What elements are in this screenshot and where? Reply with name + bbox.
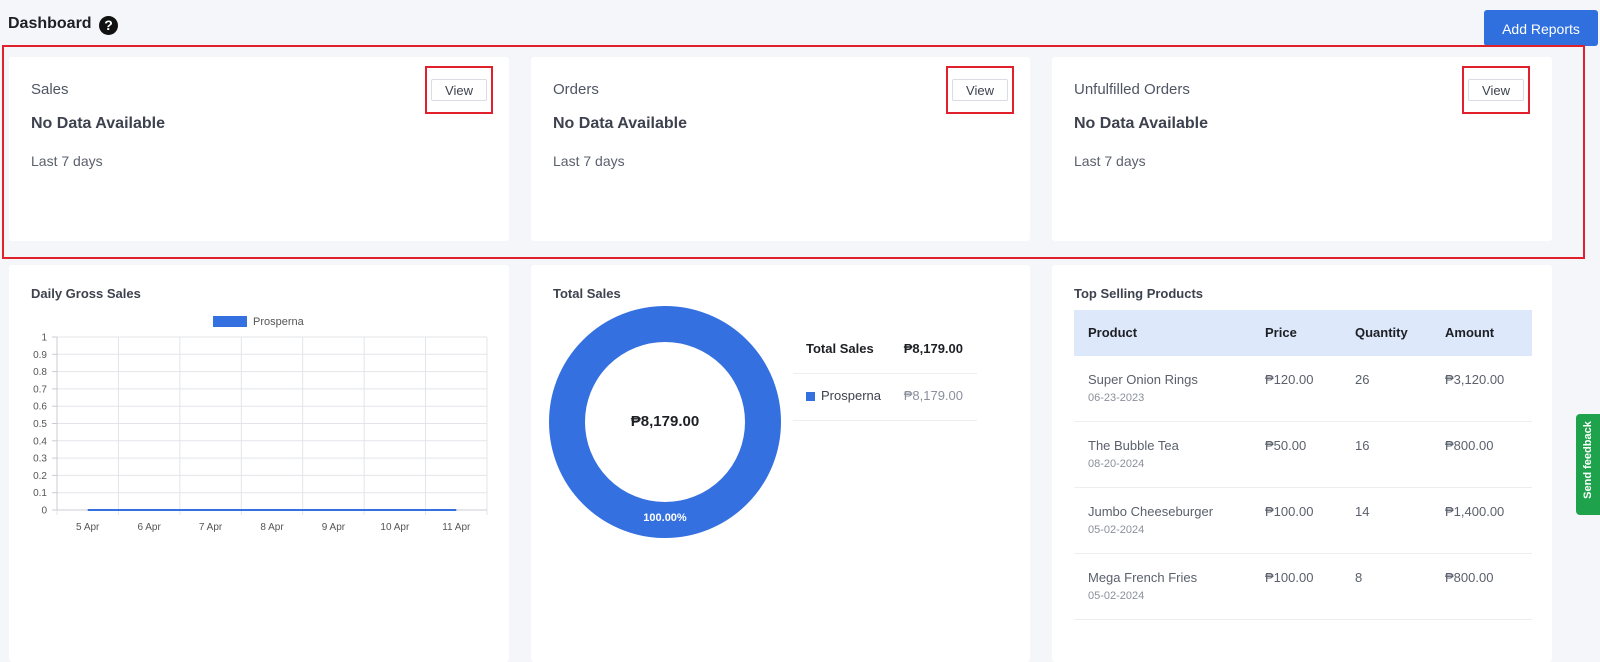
column-header-amount: Amount	[1445, 325, 1495, 340]
product-name: Mega French Fries	[1088, 570, 1198, 585]
table-row: Mega French Fries 05-02-2024 ₱100.00 8 ₱…	[1074, 554, 1532, 620]
legend-header-row: Total Sales ₱8,179.00	[793, 327, 977, 374]
legend-header-name: Total Sales	[806, 341, 874, 356]
legend-series-name: Prosperna	[821, 388, 881, 403]
y-tick-label: 0.5	[33, 419, 47, 430]
table-header: Product Price Quantity Amount	[1074, 310, 1532, 356]
total-sales-card: Total Sales ₱8,179.00 100.00% Total Sale…	[531, 265, 1030, 662]
section-title: Top Selling Products	[1074, 286, 1204, 301]
x-tick-label: 9 Apr	[322, 522, 346, 533]
product-quantity: 14	[1355, 504, 1370, 519]
y-tick-label: 0.7	[33, 384, 47, 395]
product-quantity: 26	[1355, 372, 1370, 387]
add-reports-button[interactable]: Add Reports	[1484, 10, 1598, 46]
send-feedback-label: Send feedback	[1582, 421, 1594, 499]
product-amount: ₱3,120.00	[1445, 372, 1505, 387]
y-tick-label: 0.2	[33, 471, 47, 482]
x-tick-label: 6 Apr	[137, 522, 161, 533]
page-title: Dashboard	[8, 15, 92, 32]
cards-highlight-box	[2, 45, 1585, 259]
question-circle-icon[interactable]: ?	[99, 16, 118, 35]
x-tick-label: 8 Apr	[260, 522, 284, 533]
column-header-product: Product	[1088, 325, 1138, 340]
product-name: Super Onion Rings	[1088, 372, 1198, 387]
product-date: 08-20-2024	[1088, 458, 1145, 470]
column-header-price: Price	[1265, 325, 1297, 340]
top-products-table: Product Price Quantity Amount Super Onio…	[1074, 310, 1532, 620]
y-tick-label: 0	[41, 506, 47, 517]
column-header-quantity: Quantity	[1355, 325, 1408, 340]
x-tick-label: 5 Apr	[76, 522, 100, 533]
product-amount: ₱1,400.00	[1445, 504, 1505, 519]
y-tick-label: 0.8	[33, 367, 47, 378]
product-amount: ₱800.00	[1445, 438, 1494, 453]
table-row: The Bubble Tea 08-20-2024 ₱50.00 16 ₱800…	[1074, 422, 1532, 488]
donut-center-value: ₱8,179.00	[630, 413, 700, 430]
product-price: ₱120.00	[1265, 372, 1314, 387]
y-tick-label: 1	[41, 333, 47, 344]
x-tick-label: 11 Apr	[442, 522, 471, 533]
x-tick-label: 10 Apr	[380, 522, 410, 533]
table-row: Jumbo Cheeseburger 05-02-2024 ₱100.00 14…	[1074, 488, 1532, 554]
legend-label: Prosperna	[253, 316, 305, 328]
product-date: 05-02-2024	[1088, 524, 1145, 536]
x-tick-label: 7 Apr	[199, 522, 223, 533]
product-price: ₱50.00	[1265, 438, 1307, 453]
legend-swatch	[806, 392, 815, 401]
y-tick-label: 0.3	[33, 454, 47, 465]
y-tick-label: 0.6	[33, 402, 47, 413]
product-quantity: 16	[1355, 438, 1370, 453]
top-selling-products-card: Top Selling Products Product Price Quant…	[1052, 265, 1552, 662]
product-price: ₱100.00	[1265, 570, 1314, 585]
total-sales-donut	[549, 306, 781, 538]
legend-row: Prosperna ₱8,179.00	[793, 374, 977, 421]
product-name: The Bubble Tea	[1088, 438, 1179, 453]
product-amount: ₱800.00	[1445, 570, 1494, 585]
product-name: Jumbo Cheeseburger	[1088, 504, 1214, 519]
donut-slice-label: 100.00%	[643, 512, 687, 524]
product-price: ₱100.00	[1265, 504, 1314, 519]
y-tick-label: 0.1	[33, 488, 47, 499]
legend-series-value: ₱8,179.00	[903, 388, 963, 403]
product-date: 05-02-2024	[1088, 590, 1145, 602]
table-row: Super Onion Rings 06-23-2023 ₱120.00 26 …	[1074, 356, 1532, 422]
top-bar: Dashboard ? Add Reports	[0, 0, 1600, 46]
product-date: 06-23-2023	[1088, 392, 1145, 404]
product-quantity: 8	[1355, 570, 1363, 585]
legend-header-value: ₱8,179.00	[903, 341, 963, 356]
y-tick-label: 0.4	[33, 436, 47, 447]
send-feedback-tab[interactable]: Send feedback	[1576, 414, 1600, 515]
legend-swatch	[213, 316, 247, 327]
daily-gross-sales-chart: 0 0.1 0.2 0.3 0.4 0.5 0.6 0.7 0.8 0.9 1 5 Apr 6 Apr 7…	[33, 316, 488, 533]
total-sales-legend-table: Total Sales ₱8,179.00 Prosperna ₱8,179.0…	[793, 327, 977, 421]
y-tick-label: 0.9	[33, 350, 47, 361]
daily-gross-sales-card: Daily Gross Sales 0 0.1 0.2 0.3 0.4 0.5 0.6 0.7…	[9, 265, 509, 662]
